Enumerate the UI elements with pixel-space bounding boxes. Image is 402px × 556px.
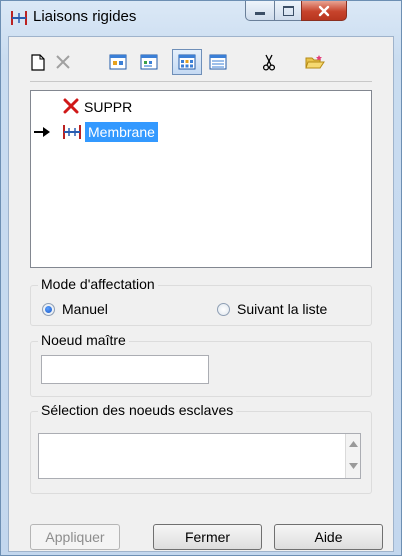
radio-suivant-liste[interactable] [217,303,230,316]
master-node-title: Noeud maître [38,332,129,348]
open-folder-button[interactable] [303,50,327,74]
scroll-up-icon[interactable] [349,441,358,447]
minimize-button[interactable] [245,1,275,21]
radio-manuel-label[interactable]: Manuel [62,301,108,317]
toolbar-separator [30,81,372,82]
view-1-button[interactable] [107,50,129,74]
help-button[interactable]: Aide [274,524,383,550]
delete-button[interactable] [53,50,73,74]
radio-checked-dot [45,306,52,313]
view-list-icon [209,54,227,70]
radio-manuel[interactable] [42,303,55,316]
maximize-icon [282,5,294,16]
master-node-input[interactable] [41,355,209,384]
close-icon [318,5,330,16]
rigid-links-tree[interactable] [30,90,372,268]
open-folder-icon [305,55,325,69]
rigid-link-icon [11,11,27,25]
view-list-button[interactable] [207,50,229,74]
slave-nodes-title: Sélection des noeuds esclaves [38,402,237,418]
mode-title: Mode d'affectation [38,276,158,292]
close-button[interactable]: Fermer [153,524,262,550]
view-2-button[interactable] [138,50,160,74]
tree-item-membrane[interactable]: Membrane [85,122,158,142]
slave-nodes-input[interactable] [38,433,361,479]
delete-icon [56,55,70,69]
radio-suivant-liste-label[interactable]: Suivant la liste [237,301,327,317]
red-x-icon [63,98,79,114]
window-title: Liaisons rigides [33,8,137,25]
slave-nodes-scrollbar[interactable] [345,434,360,478]
cut-button[interactable] [259,50,279,74]
close-window-button[interactable] [301,1,347,21]
maximize-button[interactable] [274,1,302,21]
view-2-icon [140,54,158,70]
new-button[interactable] [28,50,48,74]
scroll-down-icon[interactable] [349,463,358,469]
cut-icon [262,54,276,71]
view-1-icon [109,54,127,70]
rigid-link-item-icon [63,125,81,139]
current-item-arrow-icon [34,127,50,137]
new-icon [31,53,45,71]
apply-button[interactable]: Appliquer [30,524,120,550]
minimize-icon [255,12,265,15]
tree-item-suppr[interactable]: SUPPR [84,99,132,115]
view-grid-icon [178,54,196,70]
view-grid-button[interactable] [172,49,202,75]
